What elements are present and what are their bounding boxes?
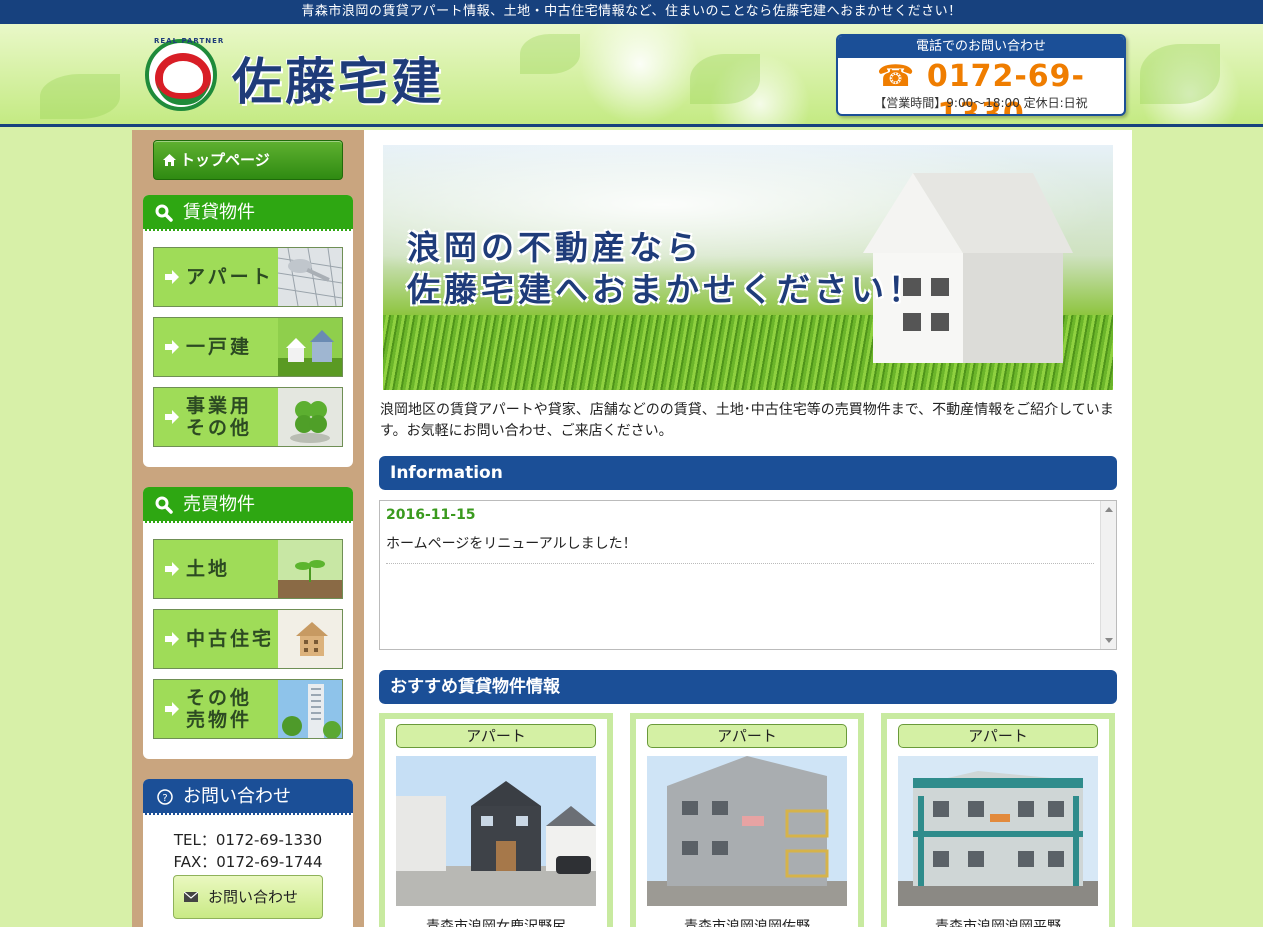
hero-banner: 浪岡の不動産なら 佐藤宅建へおまかせください！	[383, 145, 1113, 390]
site-header: REAL PARTNER 佐藤宅建 電話でのお問い合わせ ☎ 0172-69-1…	[0, 24, 1263, 127]
arrow-right-icon	[165, 632, 179, 646]
arrow-right-icon	[165, 562, 179, 576]
building-thumbnail	[278, 680, 342, 738]
top-page-button[interactable]: トップページ	[153, 140, 343, 180]
search-icon	[155, 204, 173, 222]
home-icon	[163, 154, 176, 166]
property-title[interactable]: 青森市浪岡女鹿沢野尻	[385, 916, 607, 927]
business-hours: 【営業時間】9:00〜18:00 定休日:日祝	[874, 96, 1088, 110]
arrow-right-icon	[165, 410, 179, 424]
property-type-tag: アパート	[647, 724, 847, 748]
property-title[interactable]: 青森市浪岡浪岡平野	[887, 916, 1109, 927]
sprout-thumbnail	[278, 540, 342, 598]
arrow-right-icon	[165, 340, 179, 354]
hero-line-1: 浪岡の不動産なら	[407, 228, 703, 267]
intro-text: 浪岡地区の賃貸アパートや貸家、店舗などのの賃貸、土地･中古住宅等の売買物件まで、…	[380, 402, 1114, 439]
wooden-house-thumbnail	[278, 610, 342, 668]
sidebar-item-label: その他 売物件	[186, 687, 253, 731]
sidebar-item-used-house[interactable]: 中古住宅	[153, 609, 343, 669]
sale-heading: 売買物件	[143, 487, 353, 523]
news-divider	[386, 563, 1094, 564]
news-scrollbar[interactable]	[1100, 501, 1116, 649]
sidebar-item-apartment[interactable]: アパート	[153, 247, 343, 307]
phone-icon: ☎	[877, 59, 916, 94]
sidebar-item-label: 中古住宅	[186, 628, 275, 650]
mail-icon	[184, 892, 198, 902]
top-tagline-bar: 青森市浪岡の賃貸アパート情報、土地・中古住宅情報など、住まいのことなら佐藤宅建へ…	[0, 0, 1263, 24]
leaf-decoration	[40, 74, 120, 119]
question-icon: ?	[157, 789, 173, 805]
hero-headline: 浪岡の不動産なら 佐藤宅建へおまかせください！	[407, 227, 925, 311]
rental-panel: 賃貸物件 アパート 一戸建 事業用 その他	[143, 195, 353, 467]
rental-heading: 賃貸物件	[143, 195, 353, 231]
rental-heading-text: 賃貸物件	[183, 202, 255, 223]
logo-tagline: REAL PARTNER	[154, 37, 225, 45]
leaf-decoration	[690, 54, 760, 104]
site-name[interactable]: 佐藤宅建	[232, 42, 444, 114]
sidebar-item-label: 事業用 その他	[186, 395, 253, 439]
arrow-right-icon	[165, 270, 179, 284]
scroll-down-icon[interactable]	[1105, 638, 1113, 643]
leaf-decoration	[1140, 44, 1220, 104]
contact-button-label: お問い合わせ	[208, 888, 299, 906]
property-type-tag: アパート	[898, 724, 1098, 748]
property-photo[interactable]	[647, 756, 847, 906]
property-photo[interactable]	[898, 756, 1098, 906]
apartment-thumbnail	[278, 248, 342, 306]
search-icon	[155, 496, 173, 514]
logo-icon[interactable]	[145, 39, 217, 111]
sidebar-item-other-sale[interactable]: その他 売物件	[153, 679, 343, 739]
svg-text:?: ?	[162, 793, 167, 804]
sidebar-item-land[interactable]: 土地	[153, 539, 343, 599]
tel-number[interactable]: ☎ 0172-69-1330	[838, 58, 1124, 114]
sale-panel: 売買物件 土地 中古住宅 その他 売物件	[143, 487, 353, 759]
property-type-tag: アパート	[396, 724, 596, 748]
property-card[interactable]: アパート 青森市浪岡女鹿沢野尻	[379, 713, 613, 927]
contact-panel: ? お問い合わせ TEL：0172-69-1330 FAX：0172-69-17…	[143, 779, 353, 927]
tel-contact-box: 電話でのお問い合わせ ☎ 0172-69-1330 【営業時間】9:00〜18:…	[836, 34, 1126, 116]
sidebar-item-business[interactable]: 事業用 その他	[153, 387, 343, 447]
contact-fax: FAX：0172-69-1744	[173, 853, 323, 871]
contact-heading-text: お問い合わせ	[183, 786, 291, 807]
hero-line-2: 佐藤宅建へおまかせください！	[407, 270, 925, 309]
property-card[interactable]: アパート 青森市浪岡浪岡佐野	[630, 713, 864, 927]
contact-button[interactable]: お問い合わせ	[173, 875, 323, 919]
sidebar-item-label: アパート	[186, 266, 274, 288]
tagline-text: 青森市浪岡の賃貸アパート情報、土地・中古住宅情報など、住まいのことなら佐藤宅建へ…	[301, 4, 962, 19]
sidebar-item-label: 土地	[186, 558, 231, 580]
contact-tel: TEL：0172-69-1330	[173, 831, 323, 849]
scroll-up-icon[interactable]	[1105, 507, 1113, 512]
tel-heading: 電話でのお問い合わせ	[838, 36, 1124, 58]
news-text: ホームページをリニューアルしました！	[386, 536, 637, 552]
information-box[interactable]: 2016-11-15 ホームページをリニューアルしました！	[379, 500, 1117, 650]
house-thumbnail	[278, 318, 342, 376]
arrow-right-icon	[165, 702, 179, 716]
contact-heading: ? お問い合わせ	[143, 779, 353, 815]
recommend-heading: おすすめ賃貸物件情報	[379, 670, 1117, 704]
top-page-label: トップページ	[180, 151, 270, 169]
property-photo[interactable]	[396, 756, 596, 906]
property-card[interactable]: アパート 青森市浪岡浪岡平野	[881, 713, 1115, 927]
sidebar-item-house[interactable]: 一戸建	[153, 317, 343, 377]
property-title[interactable]: 青森市浪岡浪岡佐野	[636, 916, 858, 927]
sale-heading-text: 売買物件	[183, 494, 255, 515]
clover-thumbnail	[278, 388, 342, 446]
sidebar-item-label: 一戸建	[186, 336, 253, 358]
information-heading: Information	[379, 456, 1117, 490]
leaf-decoration	[520, 34, 580, 74]
news-date: 2016-11-15	[386, 507, 476, 523]
